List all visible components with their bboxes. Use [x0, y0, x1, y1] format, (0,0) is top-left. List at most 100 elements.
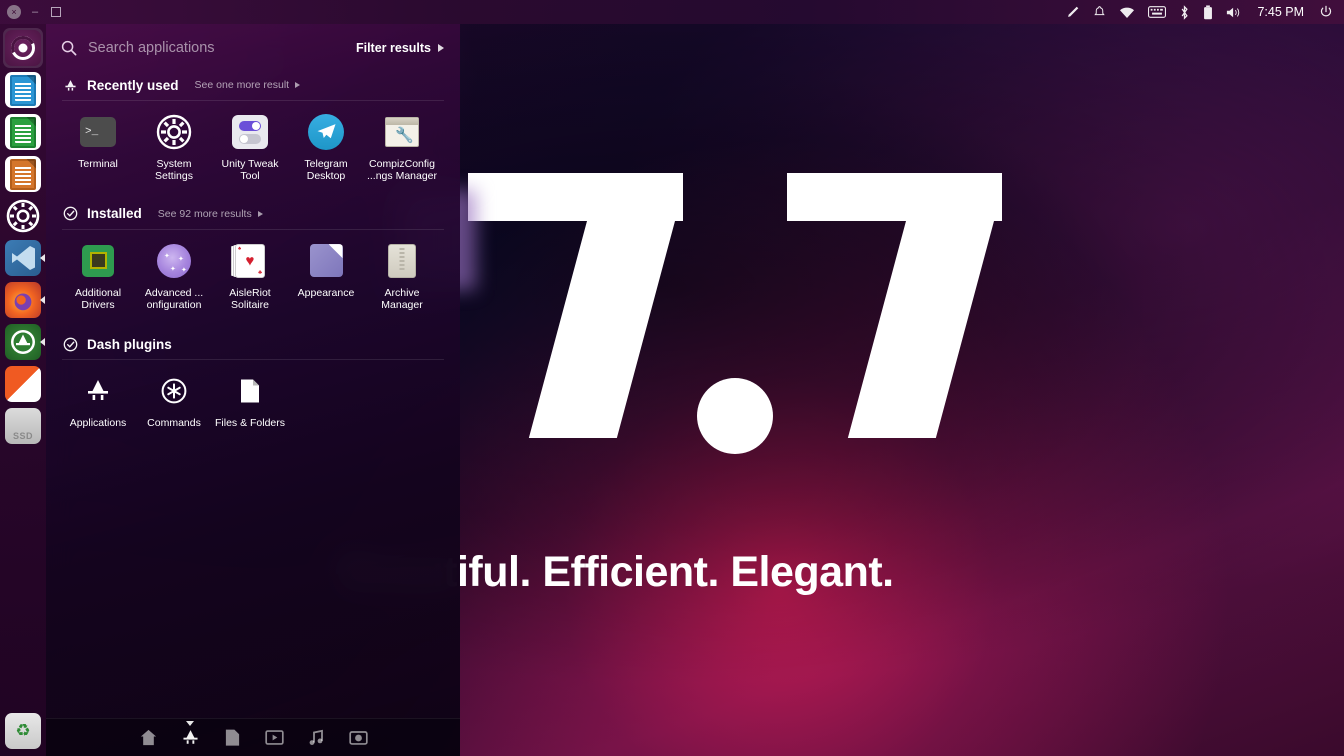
maximize-button[interactable] [49, 5, 63, 19]
visual-studio-code-icon [5, 240, 41, 276]
power-icon[interactable] [1319, 5, 1333, 19]
app-tile-additional-drivers[interactable]: Additional Drivers [60, 242, 136, 312]
category-title: Dash plugins [87, 336, 172, 352]
lens-applications-button[interactable] [169, 719, 211, 756]
close-icon: × [7, 5, 21, 19]
chevron-right-icon [257, 210, 263, 217]
category-title: Installed [87, 206, 142, 222]
maximize-icon [51, 7, 61, 17]
battery-icon[interactable] [1203, 4, 1213, 20]
launcher-item-orange-tile-app[interactable] [3, 364, 43, 404]
category-divider [62, 228, 444, 230]
app-grid-dash-plugins: Applications Commands Files & Folders [60, 366, 446, 439]
system-tray: 7:45 PM [1065, 4, 1344, 20]
category-dash-plugins: Dash plugins Applications Commands Files… [46, 329, 460, 439]
app-tile-commands-plugin[interactable]: Commands [136, 372, 212, 429]
keyboard-icon[interactable] [1148, 6, 1167, 18]
libreoffice-calc-icon [5, 114, 41, 150]
category-divider [62, 359, 444, 361]
filter-results-button[interactable]: Filter results [356, 41, 444, 55]
minimize-button[interactable]: – [28, 5, 42, 19]
category-installed: Installed See 92 more results Additional… [46, 199, 460, 322]
app-tile-appearance[interactable]: Appearance [288, 242, 364, 312]
filter-results-label: Filter results [355, 41, 431, 55]
launcher-item-dash-home[interactable] [3, 28, 43, 68]
wallpaper-version-logo [455, 150, 1015, 460]
app-label: Commands [147, 417, 201, 430]
app-tile-unity-tweak-tool[interactable]: Unity Tweak Tool [212, 113, 288, 183]
notifications-bell-icon[interactable] [1093, 5, 1106, 19]
app-tile-compizconfig-settings-manager[interactable]: 🔧 CompizConfig ...ngs Manager [364, 113, 440, 183]
app-tile-system-settings[interactable]: System Settings [136, 113, 212, 183]
app-label: Terminal [78, 158, 118, 170]
libreoffice-impress-icon [5, 156, 41, 192]
commands-plugin-icon [155, 372, 193, 410]
lens-home-button[interactable] [127, 719, 169, 756]
lens-photos-button[interactable] [337, 719, 379, 756]
trash-icon: ♻ [5, 713, 41, 749]
dash-lens-bar [46, 718, 460, 756]
unity-dash: Filter results Recently used See one mor… [46, 24, 460, 756]
app-grid-installed: Additional Drivers ✦ ✦ ✦ ✦ Advanced ... … [60, 236, 446, 322]
launcher-item-libreoffice-calc[interactable] [3, 112, 43, 152]
compizconfig-icon: 🔧 [383, 113, 421, 151]
unity-launcher: SSD ♻ [0, 24, 46, 756]
app-tile-archive-manager[interactable]: Archive Manager [364, 242, 440, 312]
app-label: Applications [69, 417, 127, 430]
app-label: Appearance [297, 286, 355, 299]
wifi-icon[interactable] [1119, 6, 1135, 19]
launcher-item-firefox[interactable] [3, 280, 43, 320]
app-tile-applications-plugin[interactable]: Applications [60, 372, 136, 429]
dash-search-row: Filter results [46, 26, 460, 70]
wallpaper-digit-seven-right [787, 172, 1002, 438]
lens-video-button[interactable] [253, 719, 295, 756]
search-icon [58, 40, 80, 56]
volume-icon[interactable] [1226, 6, 1242, 19]
category-recently-used: Recently used See one more result >_ Ter… [46, 70, 460, 193]
app-label: Advanced ... onfiguration [144, 286, 204, 311]
check-circle-icon [62, 206, 78, 222]
window-controls: × – [0, 5, 63, 19]
app-label: Unity Tweak Tool [221, 158, 279, 183]
category-header: Dash plugins [60, 329, 446, 359]
firefox-icon [5, 282, 41, 318]
category-see-more[interactable]: See one more result [195, 79, 301, 91]
app-grid-recently-used: >_ Terminal System Settings Unity Tweak … [60, 107, 446, 193]
launcher-item-libreoffice-writer[interactable] [3, 70, 43, 110]
app-label: System Settings [155, 158, 193, 183]
lens-music-button[interactable] [295, 719, 337, 756]
terminal-icon: >_ [79, 113, 117, 151]
launcher-item-ubuntu-software[interactable] [3, 322, 43, 362]
launcher-item-libreoffice-impress[interactable] [3, 154, 43, 194]
telegram-icon [307, 113, 345, 151]
edit-pencil-icon[interactable] [1065, 5, 1080, 20]
see-more-label: See 92 more results [157, 207, 252, 220]
app-tile-files-and-folders-plugin[interactable]: Files & Folders [212, 372, 288, 429]
app-tile-advanced-configuration[interactable]: ✦ ✦ ✦ ✦ Advanced ... onfiguration [136, 242, 212, 312]
category-header: Installed See 92 more results [60, 199, 446, 229]
applications-plugin-icon [79, 372, 117, 410]
orange-tile-app-icon [5, 366, 41, 402]
launcher-item-ssd-volume[interactable]: SSD [3, 406, 43, 446]
search-input[interactable] [80, 40, 356, 56]
launcher-item-system-settings[interactable] [3, 196, 43, 236]
launcher-item-trash[interactable]: ♻ [3, 711, 43, 751]
app-tile-terminal[interactable]: >_ Terminal [60, 113, 136, 183]
close-button[interactable]: × [7, 5, 21, 19]
applications-lens-icon [62, 77, 78, 93]
clock[interactable]: 7:45 PM [1255, 5, 1306, 19]
launcher-item-visual-studio-code[interactable] [3, 238, 43, 278]
top-panel: × – 7:45 PM [0, 0, 1344, 24]
app-tile-telegram-desktop[interactable]: Telegram Desktop [288, 113, 364, 183]
category-see-more[interactable]: See 92 more results [158, 208, 263, 220]
libreoffice-writer-icon [5, 72, 41, 108]
wallpaper-decimal-dot [697, 378, 773, 454]
minimize-icon: – [31, 5, 39, 18]
bluetooth-icon[interactable] [1179, 4, 1190, 20]
app-tile-aisleriot-solitaire[interactable]: ♠ ♥ ♣ AisleRiot Solitaire [212, 242, 288, 312]
lens-files-button[interactable] [211, 719, 253, 756]
aisleriot-solitaire-icon: ♠ ♥ ♣ [231, 242, 269, 280]
unity-tweak-tool-icon [231, 113, 269, 151]
app-label: Additional Drivers [74, 286, 122, 311]
advanced-configuration-icon: ✦ ✦ ✦ ✦ [155, 242, 193, 280]
